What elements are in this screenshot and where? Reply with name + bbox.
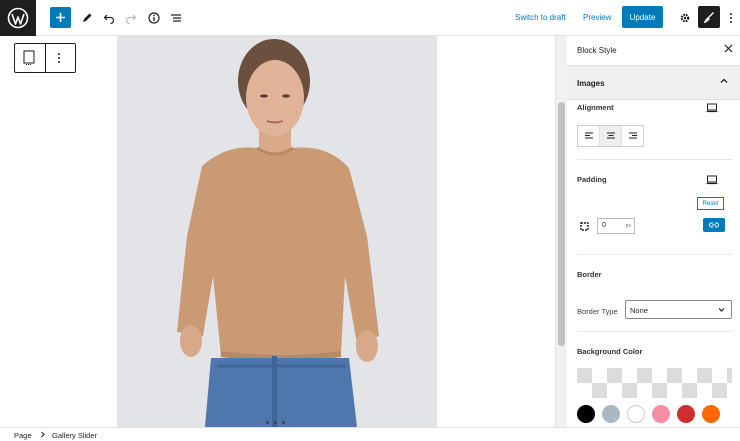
- undo-icon: [103, 14, 115, 24]
- block-styles-button[interactable]: [698, 6, 720, 28]
- swatch-white[interactable]: [627, 405, 645, 423]
- slider-pagination[interactable]: [266, 421, 285, 424]
- settings-sidebar: Block Style Images Alignment Padding Res…: [567, 36, 740, 427]
- options-button[interactable]: [722, 7, 740, 29]
- swatch-gray[interactable]: [602, 405, 620, 423]
- kebab-icon: [58, 53, 60, 63]
- padding-sides-icon: [579, 221, 590, 234]
- pagination-dot[interactable]: [266, 421, 269, 424]
- gallery-block-icon: [23, 50, 35, 65]
- breadcrumb-bar: Page Gallery Slider: [0, 427, 740, 441]
- background-color-label: Background Color: [577, 347, 643, 356]
- breadcrumb-page[interactable]: Page: [14, 431, 32, 440]
- gear-icon: [680, 13, 690, 23]
- pagination-dot[interactable]: [274, 421, 277, 424]
- undo-button[interactable]: [98, 7, 120, 29]
- editor-top-toolbar: Switch to draft Preview Update: [0, 0, 740, 36]
- preview-button[interactable]: Preview: [583, 13, 611, 22]
- wordpress-logo-icon[interactable]: [0, 0, 36, 36]
- canvas-scrollbar[interactable]: [555, 36, 567, 427]
- images-panel-toggle[interactable]: Images: [567, 66, 740, 100]
- padding-value: 0: [602, 222, 606, 229]
- details-button[interactable]: [143, 7, 165, 29]
- color-palette: [577, 405, 720, 423]
- padding-input[interactable]: 0 px: [597, 218, 635, 234]
- border-type-value: None: [630, 306, 648, 315]
- alignment-label: Alignment: [577, 103, 614, 112]
- pagination-dot[interactable]: [282, 421, 285, 424]
- scrollbar-thumb[interactable]: [558, 102, 565, 346]
- info-icon: [148, 12, 160, 24]
- model-photo: [117, 36, 437, 427]
- align-right-icon: [628, 132, 637, 139]
- divider: [577, 159, 732, 160]
- swatch-black[interactable]: [577, 405, 595, 423]
- padding-reset-button[interactable]: Reset: [697, 197, 724, 210]
- align-center-button[interactable]: [600, 126, 622, 146]
- alignment-buttons: [577, 125, 644, 147]
- block-type-button[interactable]: [22, 50, 36, 68]
- add-block-button[interactable]: [50, 7, 71, 28]
- redo-icon: [125, 14, 137, 24]
- desktop-device-icon[interactable]: [706, 175, 718, 187]
- tools-button[interactable]: [76, 7, 98, 29]
- toolbar-divider: [45, 44, 46, 72]
- align-left-icon: [584, 132, 593, 139]
- update-button[interactable]: Update: [622, 6, 663, 28]
- align-left-button[interactable]: [578, 126, 600, 146]
- sidebar-title: Block Style: [577, 46, 617, 55]
- sidebar-header: Block Style: [567, 36, 740, 66]
- gallery-slide-image[interactable]: [117, 36, 437, 427]
- block-toolbar: [14, 43, 76, 73]
- list-view-button[interactable]: [165, 7, 187, 29]
- switch-to-draft-button[interactable]: Switch to draft: [515, 13, 566, 22]
- link-sides-button[interactable]: [703, 218, 725, 232]
- redo-button[interactable]: [120, 7, 142, 29]
- brush-icon: [703, 12, 714, 23]
- link-icon: [709, 222, 719, 228]
- editor-canvas: [0, 36, 556, 427]
- chevron-right-icon: [40, 431, 46, 440]
- pencil-icon: [83, 13, 92, 22]
- block-options-button[interactable]: [57, 52, 61, 66]
- padding-label: Padding: [577, 175, 607, 184]
- list-view-icon: [171, 14, 181, 22]
- swatch-pink[interactable]: [652, 405, 670, 423]
- divider: [577, 331, 732, 332]
- kebab-icon: [730, 13, 732, 23]
- unit-stepper-icon[interactable]: px: [626, 223, 631, 229]
- border-type-select[interactable]: None: [625, 300, 732, 319]
- swatch-red[interactable]: [677, 405, 695, 423]
- border-label: Border: [577, 270, 602, 279]
- swatch-orange[interactable]: [702, 405, 720, 423]
- border-type-label: Border Type: [577, 307, 618, 316]
- close-icon[interactable]: [724, 44, 733, 56]
- divider: [577, 254, 732, 255]
- desktop-device-icon[interactable]: [706, 103, 718, 115]
- chevron-down-icon: [717, 305, 726, 316]
- align-right-button[interactable]: [622, 126, 643, 146]
- settings-button[interactable]: [674, 7, 696, 29]
- breadcrumb-gallery-slider[interactable]: Gallery Slider: [52, 431, 97, 440]
- align-center-icon: [606, 132, 615, 139]
- current-color-preview: [577, 368, 732, 398]
- chevron-up-icon: [719, 76, 729, 88]
- plus-icon: [56, 13, 65, 22]
- panel-title: Images: [577, 79, 605, 88]
